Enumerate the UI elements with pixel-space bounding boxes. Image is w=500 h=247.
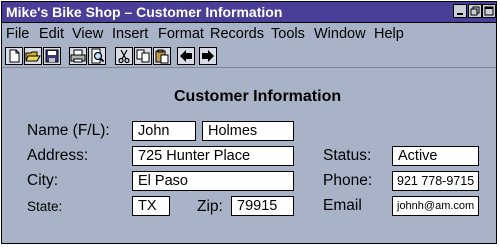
status-label: Status: — [323, 147, 372, 164]
title-bar[interactable]: Mike's Bike Shop – Customer Information — [2, 2, 496, 23]
form-heading: Customer Information — [174, 88, 342, 105]
print-preview-button[interactable] — [88, 47, 106, 65]
new-document-button[interactable] — [5, 47, 23, 65]
email-label: Email — [323, 197, 362, 214]
menu-tools[interactable]: Tools — [271, 23, 305, 45]
email-field[interactable]: johnh@am.com — [392, 196, 479, 216]
menu-view[interactable]: View — [72, 23, 103, 45]
city-field[interactable]: El Paso — [132, 171, 294, 191]
phone-label: Phone: — [323, 172, 373, 189]
status-field[interactable]: Active — [392, 146, 479, 166]
open-folder-icon — [25, 51, 41, 62]
app-window: Mike's Bike Shop – Customer Information … — [1, 1, 497, 244]
restore-icon — [470, 6, 480, 16]
menu-help[interactable]: Help — [374, 23, 404, 45]
menu-bar: File Edit View Insert Format Records Too… — [2, 23, 496, 45]
paste-button[interactable] — [153, 47, 171, 65]
window-title: Mike's Bike Shop – Customer Information — [6, 4, 283, 20]
maximize-icon — [484, 6, 494, 16]
new-document-icon — [9, 49, 20, 63]
address-label: Address: — [27, 147, 89, 164]
address-field[interactable]: 725 Hunter Place — [132, 146, 294, 166]
copy-button[interactable] — [134, 47, 152, 65]
menu-records[interactable]: Records — [210, 23, 264, 45]
city-label: City: — [27, 172, 58, 189]
zip-label: Zip: — [197, 198, 223, 215]
menu-edit[interactable]: Edit — [39, 23, 64, 45]
name-label: Name (F/L): — [27, 122, 110, 139]
customer-form: Customer Information Name (F/L): John Ho… — [2, 68, 496, 243]
save-button[interactable] — [43, 47, 61, 65]
save-disk-icon — [45, 49, 59, 63]
last-name-field[interactable]: Holmes — [202, 121, 294, 141]
menu-window[interactable]: Window — [314, 23, 366, 45]
back-arrow-icon — [180, 50, 192, 62]
menu-format[interactable]: Format — [158, 23, 204, 45]
open-button[interactable] — [24, 47, 42, 65]
copy-icon — [136, 49, 150, 63]
restore-button[interactable] — [468, 4, 482, 18]
minimize-icon — [457, 13, 463, 15]
menu-insert[interactable]: Insert — [112, 23, 148, 45]
menu-file[interactable]: File — [6, 23, 29, 45]
toolbar — [2, 45, 496, 68]
first-name-field[interactable]: John — [132, 121, 196, 141]
forward-arrow-icon — [202, 50, 214, 62]
cut-button[interactable] — [115, 47, 133, 65]
phone-field[interactable]: 921 778-9715 — [392, 171, 479, 191]
print-button[interactable] — [69, 47, 87, 65]
zip-field[interactable]: 79915 — [231, 196, 294, 216]
state-field[interactable]: TX — [132, 196, 170, 216]
cut-scissors-icon — [118, 49, 130, 64]
maximize-button[interactable] — [482, 4, 496, 18]
state-label: State: — [27, 199, 63, 214]
print-preview-icon — [91, 48, 105, 64]
back-button[interactable] — [177, 47, 195, 65]
minimize-button[interactable] — [453, 4, 467, 18]
forward-button[interactable] — [199, 47, 217, 65]
print-icon — [70, 49, 86, 63]
paste-icon — [155, 49, 169, 64]
